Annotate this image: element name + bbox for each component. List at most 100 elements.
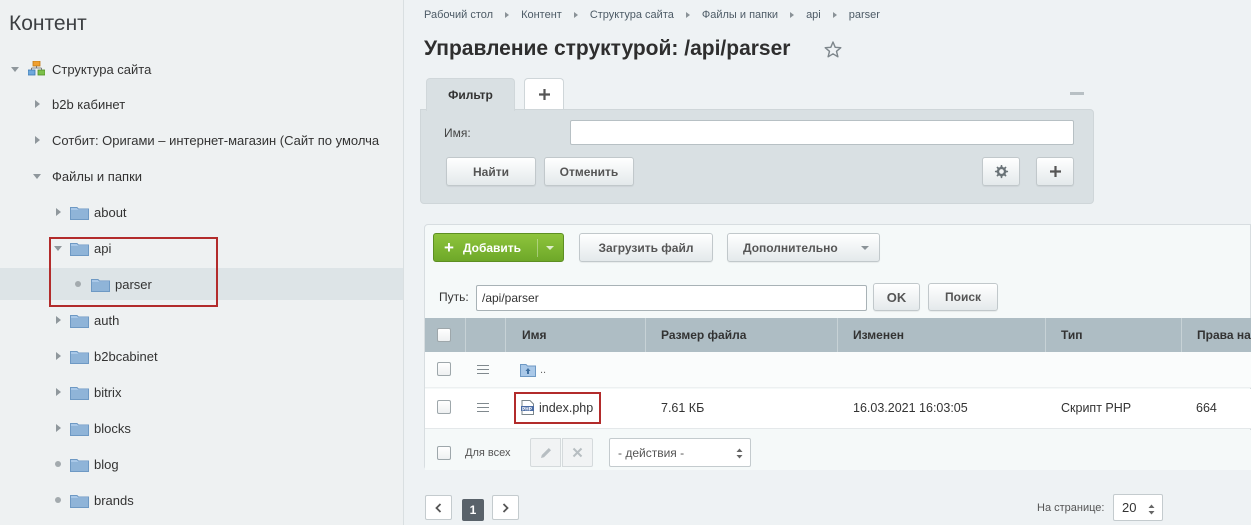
tree-item-brands[interactable]: brands <box>0 484 403 516</box>
file-type: Скрипт PHP <box>1061 401 1132 415</box>
filter-settings-button[interactable] <box>982 157 1020 186</box>
collapse-icon[interactable] <box>1070 92 1084 95</box>
chevron-down-icon[interactable] <box>10 64 20 74</box>
row-menu-icon[interactable] <box>477 403 489 412</box>
select-arrows-icon <box>736 448 743 459</box>
tab-filter[interactable]: Фильтр <box>426 78 515 111</box>
actions-select[interactable]: - действия - <box>609 438 751 467</box>
tree-item-label: Структура сайта <box>52 61 152 77</box>
folder-icon <box>70 315 89 328</box>
column-header-modified[interactable]: Изменен <box>853 318 904 352</box>
chevron-right-icon <box>502 502 509 513</box>
chevron-right-icon[interactable] <box>53 351 63 361</box>
ok-button[interactable]: OK <box>873 283 920 311</box>
column-header-size[interactable]: Размер файла <box>661 318 746 352</box>
edit-button[interactable] <box>530 438 561 467</box>
for-all-label: Для всех <box>465 447 511 459</box>
tree-item-label: bitrix <box>94 384 122 400</box>
sidebar-title: Контент <box>9 12 87 35</box>
page-title: Управление структурой: /api/parser <box>424 37 791 60</box>
folder-icon <box>70 423 89 436</box>
chevron-down-icon <box>861 246 869 250</box>
add-button[interactable]: + Добавить <box>433 233 564 262</box>
chevron-down-icon[interactable] <box>32 171 42 181</box>
per-page-label: На странице: <box>1037 502 1105 514</box>
column-header-type[interactable]: Тип <box>1061 318 1083 352</box>
prev-page-button[interactable] <box>425 495 452 520</box>
tree-item-blog[interactable]: blog <box>0 448 403 480</box>
tree-item-b2b-cabinet[interactable]: b2b кабинет <box>0 88 403 120</box>
upload-file-button[interactable]: Загрузить файл <box>579 233 713 262</box>
plus-icon: + <box>444 238 454 257</box>
add-button-label: Добавить <box>462 240 522 255</box>
chevron-right-icon[interactable] <box>53 423 63 433</box>
tree-item-files-and-folders[interactable]: Файлы и папки <box>0 160 403 192</box>
highlight-box <box>49 237 218 307</box>
file-name-link[interactable]: index.php <box>539 401 593 415</box>
row-menu-icon[interactable] <box>477 365 489 374</box>
tree-item-b2bcabinet[interactable]: b2bcabinet <box>0 340 403 372</box>
chevron-right-icon[interactable] <box>32 99 42 109</box>
folder-icon <box>70 459 89 472</box>
add-filter-field-button[interactable] <box>1036 157 1074 186</box>
tree-item-site-structure[interactable]: Структура сайта <box>0 53 403 85</box>
chevron-left-icon <box>435 502 442 513</box>
tree-item-about[interactable]: about <box>0 196 403 228</box>
select-arrows-icon <box>1148 504 1155 515</box>
plus-icon <box>1049 166 1061 177</box>
filter-name-input[interactable] <box>570 120 1074 145</box>
chevron-right-icon[interactable] <box>53 387 63 397</box>
plus-icon <box>538 88 550 100</box>
actions-select-value: - действия - <box>618 445 685 460</box>
path-label: Путь: <box>439 290 469 304</box>
tree-item-label: b2b кабинет <box>52 96 126 112</box>
tree-item-label: about <box>94 204 127 220</box>
row-checkbox[interactable] <box>437 400 451 414</box>
select-all-checkbox[interactable] <box>437 328 451 342</box>
tree-item-label: b2bcabinet <box>94 348 158 364</box>
folder-icon <box>70 387 89 400</box>
breadcrumb-item[interactable]: parser <box>849 9 880 21</box>
breadcrumb-item[interactable]: Рабочий стол <box>424 9 493 21</box>
bullet-icon <box>53 495 63 505</box>
tree-item-blocks[interactable]: blocks <box>0 412 403 444</box>
more-button[interactable]: Дополнительно <box>727 233 880 262</box>
parent-folder-label[interactable]: .. <box>540 364 546 376</box>
column-header-rights[interactable]: Права на <box>1197 318 1251 352</box>
breadcrumb-item[interactable]: Файлы и папки <box>702 9 778 21</box>
tree-item-bitrix[interactable]: bitrix <box>0 376 403 408</box>
chevron-down-icon[interactable] <box>546 246 554 250</box>
folder-up-icon[interactable] <box>520 362 536 377</box>
tree-item-auth[interactable]: auth <box>0 304 403 336</box>
delete-button[interactable] <box>562 438 593 467</box>
chevron-right-icon[interactable] <box>53 315 63 325</box>
star-icon[interactable] <box>823 40 843 60</box>
find-button[interactable]: Найти <box>446 157 536 186</box>
breadcrumb-item[interactable]: api <box>806 9 821 21</box>
php-file-icon: PHP <box>521 400 534 415</box>
row-checkbox[interactable] <box>437 362 451 376</box>
tree-item-label: auth <box>94 312 120 328</box>
table-row-parent-folder[interactable]: .. <box>425 352 1251 388</box>
tree-item-label: blog <box>94 456 119 472</box>
search-button[interactable]: Поиск <box>928 283 998 311</box>
tree-item-label: blocks <box>94 420 131 436</box>
breadcrumb: Рабочий стол Контент Структура сайта Фай… <box>424 9 880 21</box>
chevron-right-icon[interactable] <box>53 207 63 217</box>
tree-item-sotbit-origami[interactable]: Сотбит: Оригами – интернет-магазин (Сайт… <box>0 124 403 156</box>
path-input[interactable] <box>476 285 867 311</box>
file-modified: 16.03.2021 16:03:05 <box>853 401 968 415</box>
table-row[interactable]: PHP index.php 7.61 КБ 16.03.2021 16:03:0… <box>425 389 1251 429</box>
next-page-button[interactable] <box>492 495 519 520</box>
per-page-select[interactable]: 20 <box>1113 494 1163 521</box>
add-filter-tab[interactable] <box>524 78 564 109</box>
file-rights: 664 <box>1196 401 1217 415</box>
for-all-checkbox[interactable] <box>437 446 451 460</box>
sidebar: Контент Структура сайта b2b кабинет Сотб… <box>0 0 404 525</box>
breadcrumb-item[interactable]: Контент <box>521 9 562 21</box>
column-header-name[interactable]: Имя <box>522 318 547 352</box>
chevron-right-icon[interactable] <box>32 135 42 145</box>
cancel-button[interactable]: Отменить <box>544 157 634 186</box>
current-page[interactable]: 1 <box>462 499 484 521</box>
breadcrumb-item[interactable]: Структура сайта <box>590 9 674 21</box>
